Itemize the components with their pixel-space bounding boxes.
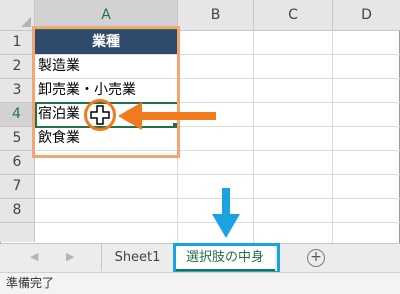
row-header-5[interactable]: 5 [0, 127, 35, 151]
cell-cursor-icon [90, 105, 110, 125]
select-all-triangle-icon [21, 17, 31, 27]
sheet-tab-bar: ◀ ▶ Sheet1 選択肢の中身 + [0, 243, 400, 274]
gridline [253, 30, 254, 243]
row-header-3[interactable]: 3 [0, 79, 35, 103]
row-header-partial [0, 223, 35, 242]
column-header-b[interactable]: B [178, 0, 254, 30]
select-all-corner[interactable] [0, 0, 35, 30]
column-header-d[interactable]: D [333, 0, 400, 30]
gridline [35, 174, 400, 175]
row-header-6[interactable]: 6 [0, 151, 35, 175]
row-header-1[interactable]: 1 [0, 31, 35, 55]
row-header-7[interactable]: 7 [0, 175, 35, 199]
status-bar: 準備完了 [0, 272, 400, 294]
row-header-8[interactable]: 8 [0, 199, 35, 223]
scroll-tabs-left-icon[interactable]: ◀ [30, 250, 38, 263]
row-header-4[interactable]: 4 [0, 103, 35, 127]
scroll-tabs-right-icon[interactable]: ▶ [66, 250, 74, 263]
gridline [332, 30, 333, 243]
arrow-left-icon [118, 102, 216, 130]
row-header-2[interactable]: 2 [0, 55, 35, 79]
arrow-down-icon [212, 188, 240, 238]
active-tab-highlight [173, 243, 280, 274]
add-sheet-icon[interactable]: + [307, 249, 325, 267]
status-text: 準備完了 [6, 276, 55, 290]
tab-sheet1[interactable]: Sheet1 [101, 244, 174, 271]
range-highlight-box [32, 26, 180, 158]
column-header-c[interactable]: C [254, 0, 333, 30]
